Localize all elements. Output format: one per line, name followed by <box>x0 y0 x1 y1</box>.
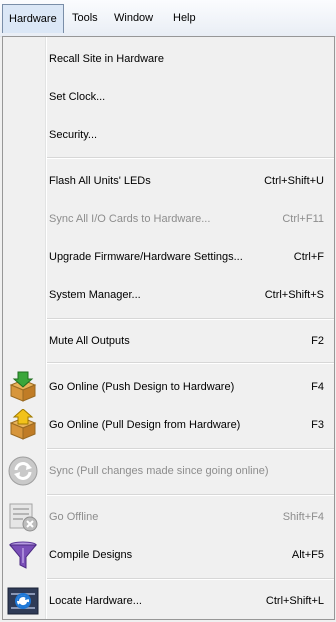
menu-help[interactable]: Help <box>167 4 202 33</box>
menu-tools[interactable]: Tools <box>66 4 104 33</box>
menu-item-go-online-pull[interactable]: Go Online (Pull Design from Hardware) F3 <box>3 406 334 444</box>
menu-item-shortcut: F4 <box>311 381 324 393</box>
menu-item-shortcut: Ctrl+Shift+L <box>265 595 324 607</box>
menu-item-shortcut: Ctrl+Shift+S <box>264 289 324 301</box>
menu-item-sync-changes: Sync (Pull changes made since going onli… <box>3 452 334 490</box>
menu-item-label: Go Offline <box>49 511 99 523</box>
menu-item-label: System Manager... <box>49 289 141 301</box>
menu-item-flash-leds[interactable]: Flash All Units' LEDs Ctrl+Shift+U <box>3 162 334 200</box>
menu-item-label: Upgrade Firmware/Hardware Settings... <box>49 251 243 263</box>
menu-separator <box>47 318 334 320</box>
menu-item-shortcut: F3 <box>311 419 324 431</box>
menu-item-sync-io-cards: Sync All I/O Cards to Hardware... Ctrl+F… <box>3 200 334 238</box>
menu-bar: Hardware Tools Window Help <box>0 0 336 37</box>
menu-item-label: Go Online (Pull Design from Hardware) <box>49 419 241 431</box>
menu-item-compile-designs[interactable]: Compile Designs Alt+F5 <box>3 536 334 574</box>
menu-item-go-online-push[interactable]: Go Online (Push Design to Hardware) F4 <box>3 368 334 406</box>
funnel-icon <box>7 539 39 571</box>
menu-item-label: Flash All Units' LEDs <box>49 175 151 187</box>
menu-item-label: Sync (Pull changes made since going onli… <box>49 465 269 477</box>
menu-separator <box>47 157 334 159</box>
menu-item-label: Set Clock... <box>49 91 106 103</box>
go-offline-icon <box>7 501 39 533</box>
menu-separator <box>47 494 334 496</box>
sync-icon <box>7 455 39 487</box>
menu-item-locate-hardware[interactable]: Locate Hardware... Ctrl+Shift+L <box>3 582 334 619</box>
menu-item-shortcut: Alt+F5 <box>291 549 324 561</box>
menu-window[interactable]: Window <box>108 4 159 33</box>
menu-item-shortcut: Shift+F4 <box>282 511 324 523</box>
box-push-icon <box>7 371 39 403</box>
menu-item-label: Sync All I/O Cards to Hardware... <box>49 213 211 225</box>
locate-hardware-icon <box>7 585 39 617</box>
menu-item-label: Recall Site in Hardware <box>49 53 164 65</box>
menu-item-label: Go Online (Push Design to Hardware) <box>49 381 235 393</box>
menu-separator <box>47 578 334 580</box>
menu-item-shortcut: Ctrl+F <box>293 251 324 263</box>
menu-item-go-offline: Go Offline Shift+F4 <box>3 498 334 536</box>
menu-item-label: Compile Designs <box>49 549 133 561</box>
menu-item-recall-site[interactable]: Recall Site in Hardware <box>3 40 334 78</box>
menu-item-set-clock[interactable]: Set Clock... <box>3 78 334 116</box>
menu-item-label: Locate Hardware... <box>49 595 142 607</box>
menu-hardware[interactable]: Hardware <box>2 4 64 33</box>
menu-item-label: Mute All Outputs <box>49 335 130 347</box>
menu-item-shortcut: Ctrl+Shift+U <box>264 175 324 187</box>
menu-item-upgrade-firmware[interactable]: Upgrade Firmware/Hardware Settings... Ct… <box>3 238 334 276</box>
hardware-menu-dropdown: Recall Site in Hardware Set Clock... Sec… <box>2 36 335 620</box>
menu-item-mute-outputs[interactable]: Mute All Outputs F2 <box>3 322 334 360</box>
box-pull-icon <box>7 408 39 441</box>
menu-item-label: Security... <box>49 129 98 141</box>
menu-item-security[interactable]: Security... <box>3 116 334 154</box>
menu-item-shortcut: Ctrl+F11 <box>282 213 324 225</box>
menu-separator <box>47 362 334 364</box>
menu-separator <box>47 448 334 450</box>
menu-item-system-manager[interactable]: System Manager... Ctrl+Shift+S <box>3 276 334 314</box>
menu-item-shortcut: F2 <box>311 335 324 347</box>
